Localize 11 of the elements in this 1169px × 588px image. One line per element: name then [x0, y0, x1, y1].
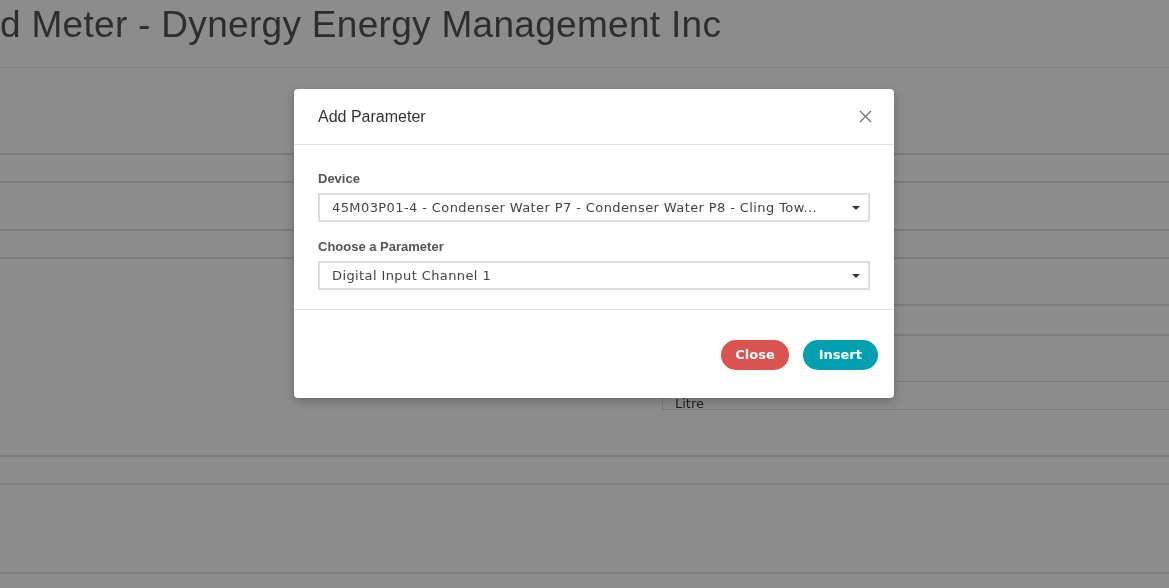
caret-icon: [852, 273, 860, 278]
field-label: Choose a Parameter: [318, 239, 445, 254]
insert-button[interactable]: Insert: [802, 339, 878, 370]
page-title: d Meter - Dynergy Energy Management Inc: [0, 3, 723, 46]
select-field[interactable]: 45M03P01-4 - Condenser Water P7 - Condenser Water P8 - Cling Tow...: [318, 193, 870, 222]
field-label: Device: [318, 171, 361, 186]
select-field[interactable]: Digital Input Channel 1: [318, 261, 870, 290]
close-button[interactable]: Close: [721, 339, 789, 370]
caret-icon: [852, 205, 860, 210]
dialog-title: Add Parameter: [318, 107, 426, 126]
close-icon[interactable]: [859, 110, 872, 123]
